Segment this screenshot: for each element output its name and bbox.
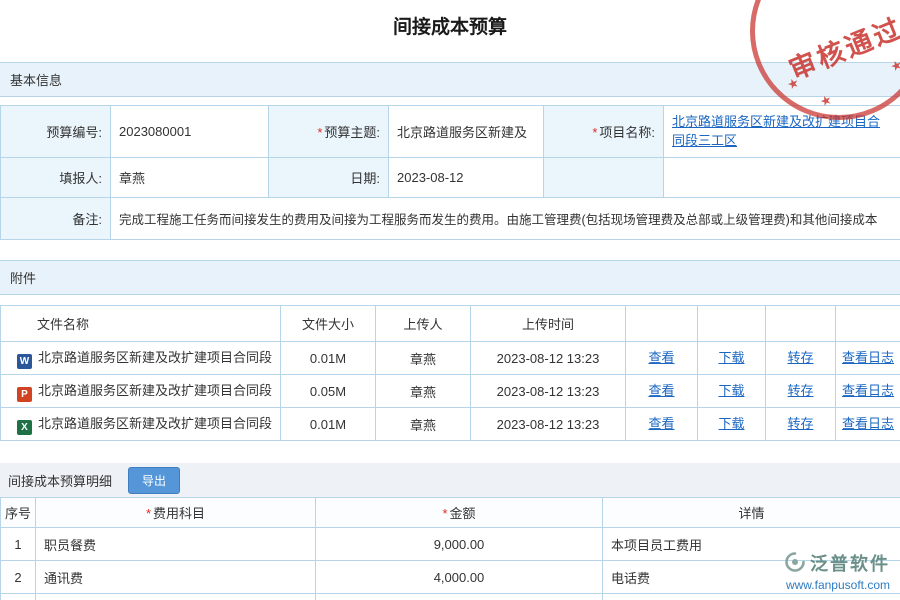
brand-watermark: 泛普软件 www.fanpusoft.com — [785, 550, 890, 592]
brand-url: www.fanpusoft.com — [785, 578, 890, 592]
attachments-table: 文件名称 文件大小 上传人 上传时间 W 北京路道服务区新建及改扩建项目合同段 0… — [0, 305, 900, 441]
ppt-file-icon: P — [17, 387, 32, 402]
filler-label: 填报人: — [1, 158, 111, 198]
attachment-row: P 北京路道服务区新建及改扩建项目合同段 0.05M 章燕 2023-08-12 … — [1, 375, 900, 408]
col-header-file-size: 文件大小 — [281, 306, 376, 342]
required-mark: * — [317, 125, 322, 140]
required-mark: * — [442, 506, 447, 521]
expense-subject: 通讯费 — [36, 561, 316, 594]
section-header-details: 间接成本预算明细 导出 — [0, 463, 900, 497]
view-log-link[interactable]: 查看日志 — [842, 383, 894, 398]
amount: 9,000.00 — [316, 528, 603, 561]
amount: 15,000.00 — [316, 594, 603, 600]
seq-no: 1 — [1, 528, 36, 561]
col-header-amount: *金额 — [316, 498, 603, 528]
detail-row: 2 通讯费 4,000.00 电话费 — [1, 561, 900, 594]
upload-time: 2023-08-12 13:23 — [471, 342, 626, 375]
date-value: 2023-08-12 — [389, 158, 544, 198]
export-button[interactable]: 导出 — [128, 467, 180, 494]
col-header-empty — [626, 306, 698, 342]
col-header-seq: 序号 — [1, 498, 36, 528]
uploader: 章燕 — [376, 375, 471, 408]
section-header-basic-info: 基本信息 — [0, 62, 900, 97]
empty-value-cell — [664, 158, 900, 198]
required-mark: * — [592, 125, 597, 140]
file-name-text: 北京路道服务区新建及改扩建项目合同段 — [38, 416, 272, 431]
details-header-row: 序号 *费用科目 *金额 详情 — [1, 498, 900, 528]
project-name-cell: 北京路道服务区新建及改扩建项目合同段三工区 — [664, 106, 900, 158]
file-name-cell: X 北京路道服务区新建及改扩建项目合同段 — [1, 408, 281, 441]
transfer-link[interactable]: 转存 — [787, 350, 813, 365]
expense-subject: 业务招待费 — [36, 594, 316, 600]
upload-time: 2023-08-12 13:23 — [471, 408, 626, 441]
details-section-title: 间接成本预算明细 — [8, 471, 112, 490]
amount: 4,000.00 — [316, 561, 603, 594]
upload-time: 2023-08-12 13:23 — [471, 375, 626, 408]
download-link[interactable]: 下载 — [718, 383, 744, 398]
budget-no-label: 预算编号: — [1, 106, 111, 158]
view-log-link[interactable]: 查看日志 — [842, 350, 894, 365]
expense-subject: 职员餐费 — [36, 528, 316, 561]
file-size: 0.01M — [281, 342, 376, 375]
transfer-link[interactable]: 转存 — [787, 416, 813, 431]
remark-value: 完成工程施工任务而间接发生的费用及间接为工程服务而发生的费用。由施工管理费(包括… — [111, 198, 900, 240]
seq-no: 3 — [1, 594, 36, 600]
project-name-link[interactable]: 北京路道服务区新建及改扩建项目合同段三工区 — [672, 114, 880, 148]
budget-no-value: 2023080001 — [111, 106, 269, 158]
budget-subject-value: 北京路道服务区新建及 — [389, 106, 544, 158]
download-link[interactable]: 下载 — [718, 416, 744, 431]
view-log-link[interactable]: 查看日志 — [842, 416, 894, 431]
seq-no: 2 — [1, 561, 36, 594]
detail-row: 3 业务招待费 15,000.00 请客户或者合作伙伴吃饭费用 — [1, 594, 900, 600]
empty-label-cell — [544, 158, 664, 198]
basic-info-table: 预算编号: 2023080001 *预算主题: 北京路道服务区新建及 *项目名称… — [0, 105, 900, 240]
attachments-header-row: 文件名称 文件大小 上传人 上传时间 — [1, 306, 900, 342]
file-size: 0.05M — [281, 375, 376, 408]
col-header-upload-time: 上传时间 — [471, 306, 626, 342]
section-header-attachments: 附件 — [0, 260, 900, 295]
file-name-text: 北京路道服务区新建及改扩建项目合同段 — [38, 350, 272, 365]
col-header-uploader: 上传人 — [376, 306, 471, 342]
detail-text: 请客户或者合作伙伴吃饭费用 — [603, 594, 900, 600]
project-name-label: *项目名称: — [544, 106, 664, 158]
remark-label: 备注: — [1, 198, 111, 240]
transfer-link[interactable]: 转存 — [787, 383, 813, 398]
col-header-empty — [836, 306, 900, 342]
file-name-text: 北京路道服务区新建及改扩建项目合同段 — [38, 383, 272, 398]
date-label: 日期: — [269, 158, 389, 198]
download-link[interactable]: 下载 — [718, 350, 744, 365]
attachment-row: X 北京路道服务区新建及改扩建项目合同段 0.01M 章燕 2023-08-12 … — [1, 408, 900, 441]
view-link[interactable]: 查看 — [648, 383, 674, 398]
col-header-subject: *费用科目 — [36, 498, 316, 528]
budget-subject-label: *预算主题: — [269, 106, 389, 158]
brand-name: 泛普软件 — [810, 550, 890, 576]
view-link[interactable]: 查看 — [648, 350, 674, 365]
filler-value: 章燕 — [111, 158, 269, 198]
uploader: 章燕 — [376, 342, 471, 375]
fanpu-logo-icon — [785, 552, 805, 575]
page-title: 间接成本预算 — [0, 0, 900, 49]
required-mark: * — [146, 506, 151, 521]
col-header-empty — [698, 306, 766, 342]
excel-file-icon: X — [17, 420, 32, 435]
file-name-cell: P 北京路道服务区新建及改扩建项目合同段 — [1, 375, 281, 408]
detail-row: 1 职员餐费 9,000.00 本项目员工费用 — [1, 528, 900, 561]
col-header-empty — [766, 306, 836, 342]
col-header-detail: 详情 — [603, 498, 900, 528]
attachment-row: W 北京路道服务区新建及改扩建项目合同段 0.01M 章燕 2023-08-12 … — [1, 342, 900, 375]
word-file-icon: W — [17, 354, 32, 369]
details-table: 序号 *费用科目 *金额 详情 1 职员餐费 9,000.00 本项目员工费用 … — [0, 497, 900, 600]
file-size: 0.01M — [281, 408, 376, 441]
view-link[interactable]: 查看 — [648, 416, 674, 431]
file-name-cell: W 北京路道服务区新建及改扩建项目合同段 — [1, 342, 281, 375]
uploader: 章燕 — [376, 408, 471, 441]
col-header-file-name: 文件名称 — [1, 306, 281, 342]
